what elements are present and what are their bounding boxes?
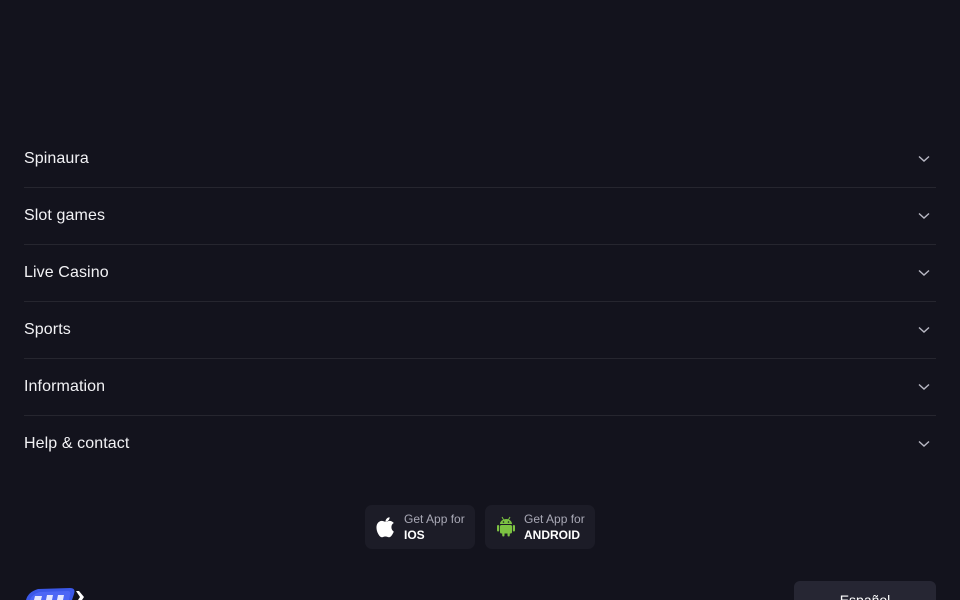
accordion-label: Slot games [24,207,106,224]
platform-label: ANDROID [524,528,580,542]
chevron-down-icon [916,265,932,281]
accordion-item-help-contact[interactable]: Help & contact [24,416,936,472]
accordion-item-slot-games[interactable]: Slot games [24,188,936,245]
footer-accordion: Spinaura Slot games Live Casino Sports I… [24,131,936,472]
apple-icon [375,515,397,539]
chevron-down-icon [916,379,932,395]
accordion-label: Help & contact [24,435,130,452]
accordion-item-spinaura[interactable]: Spinaura [24,131,936,188]
chevron-down-icon [916,436,932,452]
accordion-item-live-casino[interactable]: Live Casino [24,245,936,302]
footer-page: Spinaura Slot games Live Casino Sports I… [0,0,960,600]
spin-logo[interactable] [24,584,94,600]
accordion-label: Live Casino [24,264,109,281]
accordion-label: Spinaura [24,150,89,167]
language-selector[interactable]: Español [794,581,936,600]
chevron-down-icon [916,208,932,224]
get-app-android-button[interactable]: Get App for ANDROID [485,505,595,549]
accordion-label: Sports [24,321,71,338]
platform-label: IOS [404,528,425,542]
chevron-down-icon [916,322,932,338]
chevron-down-icon [916,151,932,167]
app-text: Get App for ANDROID [524,511,585,543]
app-download-buttons: Get App for IOS Get App for ANDROID [0,505,960,549]
get-app-label: Get App for [524,512,585,526]
accordion-item-information[interactable]: Information [24,359,936,416]
app-text: Get App for IOS [404,511,465,543]
get-app-label: Get App for [404,512,465,526]
accordion-label: Information [24,378,106,395]
android-icon [495,515,517,539]
get-app-ios-button[interactable]: Get App for IOS [365,505,475,549]
accordion-item-sports[interactable]: Sports [24,302,936,359]
